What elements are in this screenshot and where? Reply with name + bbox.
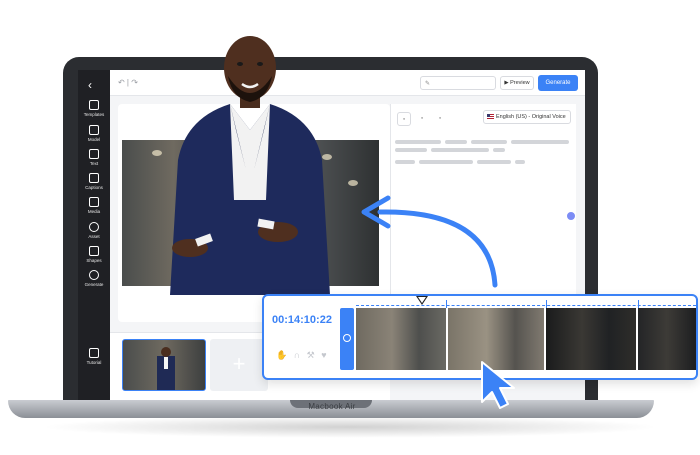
sidebar-item-generate[interactable]: Generate [78,270,110,287]
sidebar-item-captions[interactable]: Captions [78,173,110,190]
laptop-scene: Macbook Air ‹ Templates Model Text Capti… [0,0,700,455]
generate-icon [89,270,99,280]
playhead-marker[interactable] [416,296,428,305]
sidebar-item-tutorial[interactable]: Tutorial [78,348,110,365]
script-text-line [471,140,507,144]
sidebar-item-label: Shapes [86,258,102,263]
sidebar-item-model[interactable]: Model [78,125,110,142]
generate-button[interactable]: Generate [538,75,578,91]
language-label: English (US) - Original Voice [496,114,566,120]
sidebar-item-text[interactable]: Text [78,149,110,166]
ruler-tick [638,300,639,308]
media-icon [89,197,99,207]
scene-thumbnail[interactable] [122,339,206,391]
microphone-tab-icon[interactable]: ◦ [433,112,447,126]
sidebar-item-media[interactable]: Media [78,197,110,214]
script-text-line [431,148,489,152]
script-text-line [493,148,505,152]
us-flag-icon [487,114,494,120]
cursor-pointer-icon [481,361,515,409]
play-marker-handle[interactable] [340,308,354,370]
timecode: 00:14:10:22 [272,314,332,326]
script-text-line [395,148,427,152]
script-text-line [445,140,467,144]
timeline-tool-icons[interactable]: ✋ ∩ ⚒ ♥ [276,350,329,361]
timeline-ruler [356,300,696,306]
script-text-line [395,160,415,164]
captions-icon [89,173,99,183]
sidebar-item-label: Media [87,209,101,214]
script-text-line [419,160,473,164]
sidebar-item-label: Templates [83,112,105,117]
undo-redo-controls[interactable]: ↶ | ↷ [118,78,138,87]
sidebar-item-shapes[interactable]: Shapes [78,246,110,263]
script-text-line [511,140,569,144]
asset-icon [89,222,99,232]
sidebar-item-templates[interactable]: Templates [78,100,110,117]
laptop-shadow [40,416,660,438]
avatar-tab-icon[interactable]: ◦ [397,112,411,126]
script-text-line [515,160,525,164]
sidebar-item-label: Tutorial [86,360,102,365]
scene-presenter-thumbnail [157,347,175,390]
sidebar-item-label: Captions [85,185,103,190]
templates-icon [89,100,99,110]
tutorial-icon [89,348,99,358]
script-text-line [477,160,511,164]
text-icon [89,149,99,159]
timeline-clip[interactable] [356,308,446,370]
play-icon [343,334,351,342]
ruler-tick [546,300,547,308]
sidebar-item-label: Model [87,137,101,142]
sidebar: ‹ Templates Model Text Captions Media As… [78,70,110,400]
title-field[interactable]: ✎ [420,76,496,90]
script-text-line [395,140,441,144]
preview-button[interactable]: ▶ Preview [500,76,534,90]
people-tab-icon[interactable]: ◦ [415,112,429,126]
laptop-brand-label: Macbook Air [308,402,356,411]
sidebar-item-label: Generate [84,282,104,287]
timeline-clip[interactable] [546,308,636,370]
ruler-tick [446,300,447,308]
curved-arrow-icon [361,195,498,288]
chevron-left-icon[interactable]: ‹ [88,78,92,92]
language-select[interactable]: English (US) - Original Voice [483,110,571,124]
sidebar-item-label: Asset [88,234,100,239]
sidebar-item-asset[interactable]: Asset [78,222,110,239]
sidebar-item-label: Text [89,161,99,166]
timeline-clip[interactable] [638,308,696,370]
presenter-avatar [170,36,330,295]
add-scene-button[interactable]: + [210,339,268,391]
shapes-icon [89,246,99,256]
model-icon [89,125,99,135]
